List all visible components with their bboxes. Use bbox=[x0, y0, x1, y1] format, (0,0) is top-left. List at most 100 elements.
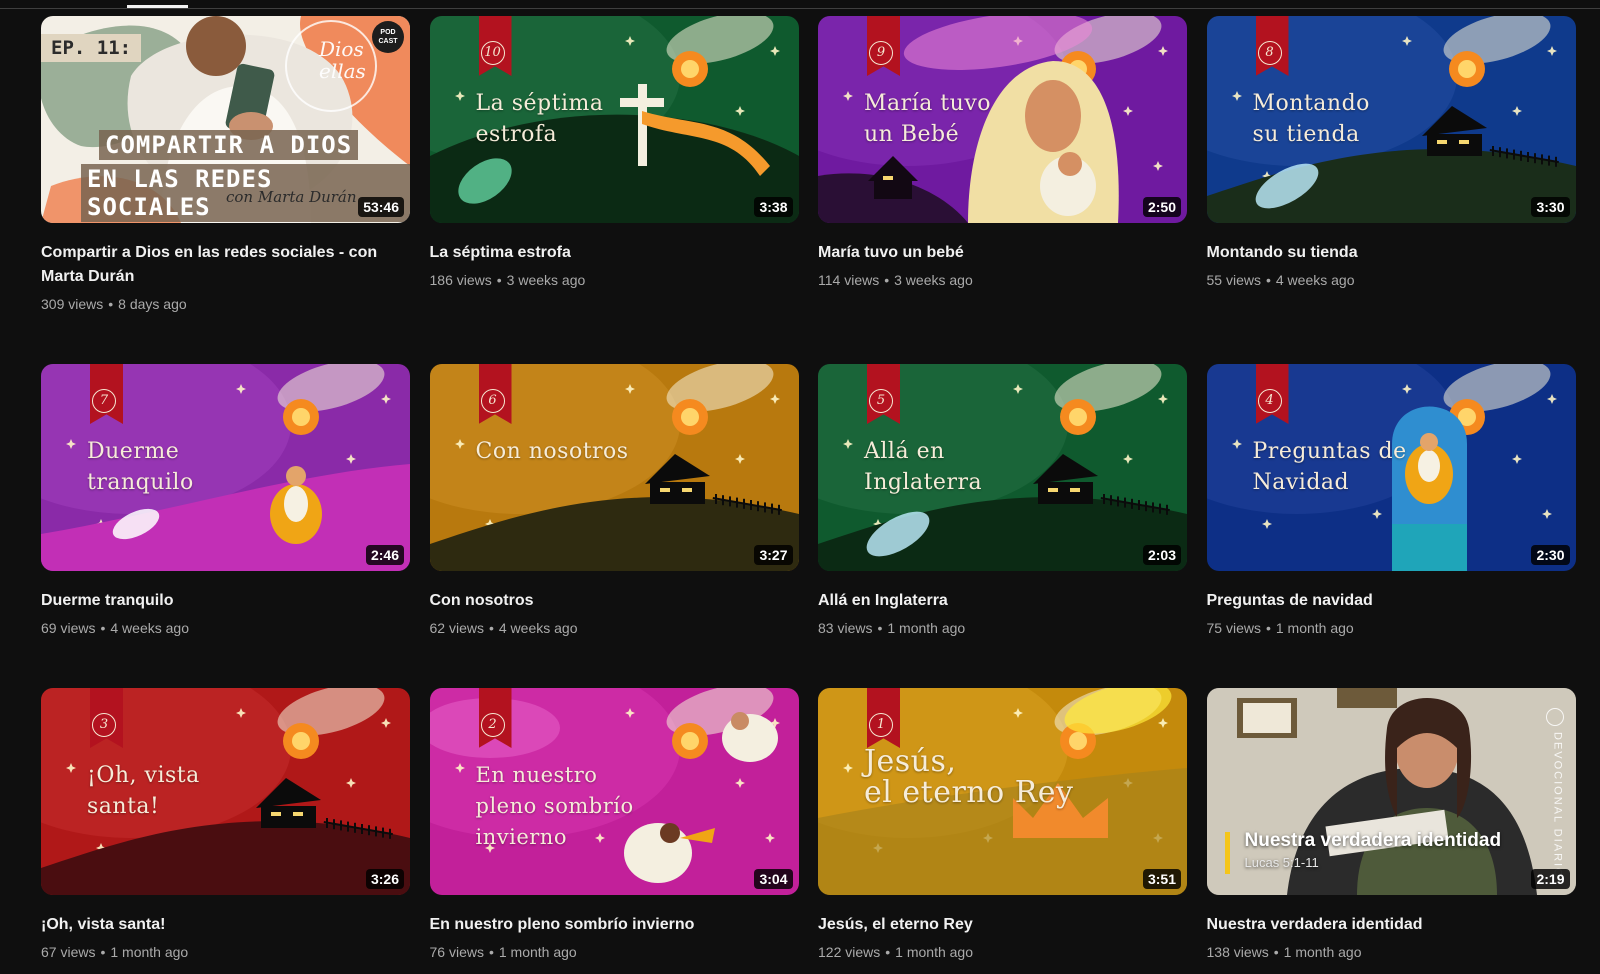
separator-dot: • bbox=[496, 272, 502, 288]
video-title[interactable]: ¡Oh, vista santa! bbox=[41, 913, 386, 937]
view-count: 83 views bbox=[818, 620, 873, 636]
view-count: 75 views bbox=[1206, 620, 1261, 636]
video-card[interactable]: 2 En nuestro pleno sombrío invierno 3:04 En… bbox=[429, 688, 799, 968]
upload-age: 4 weeks ago bbox=[110, 620, 189, 636]
video-thumbnail[interactable]: EP. 11: COMPARTIR A DIOS EN LAS REDES SOCI… bbox=[41, 16, 410, 223]
video-card[interactable]: 4 Preguntas de Navidad 2:30 Preguntas de na… bbox=[1206, 364, 1576, 688]
duration-badge: 53:46 bbox=[358, 197, 404, 217]
view-count: 138 views bbox=[1206, 944, 1269, 960]
thumbnail-headline-1: COMPARTIR A DIOS bbox=[99, 130, 359, 160]
duration-badge: 3:51 bbox=[1142, 869, 1181, 889]
video-card[interactable]: DEVOCIONAL DIARIO Nuestra verdadera ident… bbox=[1206, 688, 1576, 968]
video-thumbnail[interactable]: 1 Jesús, el eterno Rey 3:51 bbox=[818, 688, 1187, 895]
episode-number: 10 bbox=[480, 41, 505, 65]
duration-badge: 2:50 bbox=[1142, 197, 1181, 217]
separator-dot: • bbox=[108, 296, 114, 312]
video-title[interactable]: La séptima estrofa bbox=[430, 241, 775, 265]
video-card[interactable]: 3 ¡Oh, vista santa! 3:26 ¡Oh, vista santa! 6… bbox=[41, 688, 410, 968]
podcast-brand-text: Dios ellas bbox=[319, 37, 366, 83]
banner-accent-bar bbox=[1224, 832, 1230, 874]
video-title[interactable]: María tuvo un bebé bbox=[818, 241, 1163, 265]
view-count: 114 views bbox=[818, 272, 880, 288]
video-metadata: 67 views • 1 month ago bbox=[41, 942, 410, 962]
episode-number: 5 bbox=[869, 389, 893, 413]
video-metadata: 186 views • 3 weeks ago bbox=[430, 270, 799, 290]
video-title[interactable]: Compartir a Dios en las redes sociales -… bbox=[41, 241, 386, 289]
thumbnail-text: ¡Oh, vista santa! bbox=[87, 763, 200, 819]
episode-number: 2 bbox=[480, 713, 505, 737]
separator-dot: • bbox=[884, 272, 890, 288]
upload-age: 1 month ago bbox=[1275, 620, 1354, 636]
video-card[interactable]: 1 Jesús, el eterno Rey 3:51 Jesús, el etern… bbox=[818, 688, 1187, 968]
video-title[interactable]: Duerme tranquilo bbox=[41, 589, 386, 613]
upload-age: 1 month ago bbox=[498, 944, 577, 960]
episode-number: 8 bbox=[1257, 41, 1282, 65]
video-title[interactable]: Montando su tienda bbox=[1207, 241, 1552, 265]
view-count: 67 views bbox=[41, 944, 96, 960]
thumbnail-text: Duerme tranquilo bbox=[87, 439, 194, 495]
video-title[interactable]: Allá en Inglaterra bbox=[818, 589, 1163, 613]
video-thumbnail[interactable]: 3 ¡Oh, vista santa! 3:26 bbox=[41, 688, 410, 895]
podcast-logo-icon: POD CAST bbox=[372, 21, 404, 53]
separator-dot: • bbox=[1265, 620, 1271, 636]
episode-label: EP. 11: bbox=[41, 34, 142, 62]
video-card[interactable]: 7 Duerme tranquilo 2:46 Duerme tranquilo 69 … bbox=[41, 364, 410, 688]
video-thumbnail[interactable]: 4 Preguntas de Navidad 2:30 bbox=[1206, 364, 1576, 571]
video-thumbnail[interactable]: 6 Con nosotros 3:27 bbox=[429, 364, 799, 571]
video-title[interactable]: Con nosotros bbox=[430, 589, 775, 613]
upload-age: 8 days ago bbox=[118, 296, 187, 312]
video-thumbnail[interactable]: 5 Allá en Inglaterra 2:03 bbox=[818, 364, 1187, 571]
video-thumbnail[interactable]: 10 La séptima estrofa 3:38 bbox=[429, 16, 799, 223]
video-thumbnail[interactable]: 2 En nuestro pleno sombrío invierno 3:04 bbox=[429, 688, 799, 895]
upload-age: 4 weeks ago bbox=[498, 620, 578, 636]
video-card[interactable]: 5 Allá en Inglaterra 2:03 Allá en Inglaterr… bbox=[818, 364, 1187, 688]
video-thumbnail[interactable]: DEVOCIONAL DIARIO Nuestra verdadera ident… bbox=[1206, 688, 1576, 895]
upload-age: 1 month ago bbox=[887, 620, 966, 636]
video-metadata: 114 views • 3 weeks ago bbox=[818, 270, 1187, 290]
duration-badge: 3:27 bbox=[754, 545, 793, 565]
video-thumbnail[interactable]: 7 Duerme tranquilo 2:46 bbox=[41, 364, 410, 571]
duration-badge: 2:46 bbox=[365, 545, 404, 565]
view-count: 309 views bbox=[41, 296, 104, 312]
video-title[interactable]: Jesús, el eterno Rey bbox=[818, 913, 1163, 937]
duration-badge: 3:26 bbox=[365, 869, 404, 889]
separator-dot: • bbox=[885, 944, 891, 960]
video-card[interactable]: 6 Con nosotros 3:27 Con nosotros 62 views • 4 … bbox=[429, 364, 799, 688]
video-title[interactable]: Nuestra verdadera identidad bbox=[1207, 913, 1552, 937]
episode-number: 1 bbox=[869, 713, 893, 737]
view-count: 55 views bbox=[1206, 272, 1261, 288]
thumbnail-text: María tuvo un Bebé bbox=[864, 91, 991, 147]
duration-badge: 2:03 bbox=[1142, 545, 1181, 565]
duration-badge: 2:19 bbox=[1531, 869, 1570, 889]
separator-dot: • bbox=[100, 944, 106, 960]
view-count: 69 views bbox=[41, 620, 96, 636]
duration-badge: 3:04 bbox=[754, 869, 793, 889]
thumbnail-text: Con nosotros bbox=[475, 439, 629, 464]
video-card[interactable]: 10 La séptima estrofa 3:38 La séptima estro… bbox=[429, 16, 799, 364]
video-card[interactable]: 9 María tuvo un Bebé 2:50 María tuvo un beb… bbox=[818, 16, 1187, 364]
thumbnail-guest: con Marta Durán bbox=[226, 188, 357, 206]
episode-number: 7 bbox=[92, 389, 116, 413]
video-grid: EP. 11: COMPARTIR A DIOS EN LAS REDES SOCI… bbox=[41, 16, 1577, 968]
upload-age: 3 weeks ago bbox=[506, 272, 586, 288]
banner-scripture-ref: Lucas 5:1-11 bbox=[1244, 855, 1319, 870]
view-count: 62 views bbox=[429, 620, 484, 636]
duration-badge: 3:38 bbox=[754, 197, 793, 217]
separator-dot: • bbox=[877, 620, 883, 636]
upload-age: 1 month ago bbox=[1283, 944, 1362, 960]
video-thumbnail[interactable]: 8 Montando su tienda 3:30 bbox=[1206, 16, 1576, 223]
view-count: 76 views bbox=[429, 944, 484, 960]
thumbnail-text: Montando su tienda bbox=[1252, 91, 1370, 147]
video-metadata: 83 views • 1 month ago bbox=[818, 618, 1187, 638]
video-metadata: 309 views • 8 days ago bbox=[41, 294, 410, 314]
video-card[interactable]: EP. 11: COMPARTIR A DIOS EN LAS REDES SOCI… bbox=[41, 16, 410, 364]
duration-badge: 3:30 bbox=[1531, 197, 1570, 217]
view-count: 122 views bbox=[818, 944, 881, 960]
video-title[interactable]: En nuestro pleno sombrío invierno bbox=[430, 913, 775, 937]
video-thumbnail[interactable]: 9 María tuvo un Bebé 2:50 bbox=[818, 16, 1187, 223]
video-card[interactable]: 8 Montando su tienda 3:30 Montando su tiend… bbox=[1206, 16, 1576, 364]
thumbnail-text: Allá en Inglaterra bbox=[864, 439, 983, 495]
video-metadata: 75 views • 1 month ago bbox=[1207, 618, 1576, 638]
video-title[interactable]: Preguntas de navidad bbox=[1207, 589, 1552, 613]
episode-number: 9 bbox=[869, 41, 893, 65]
